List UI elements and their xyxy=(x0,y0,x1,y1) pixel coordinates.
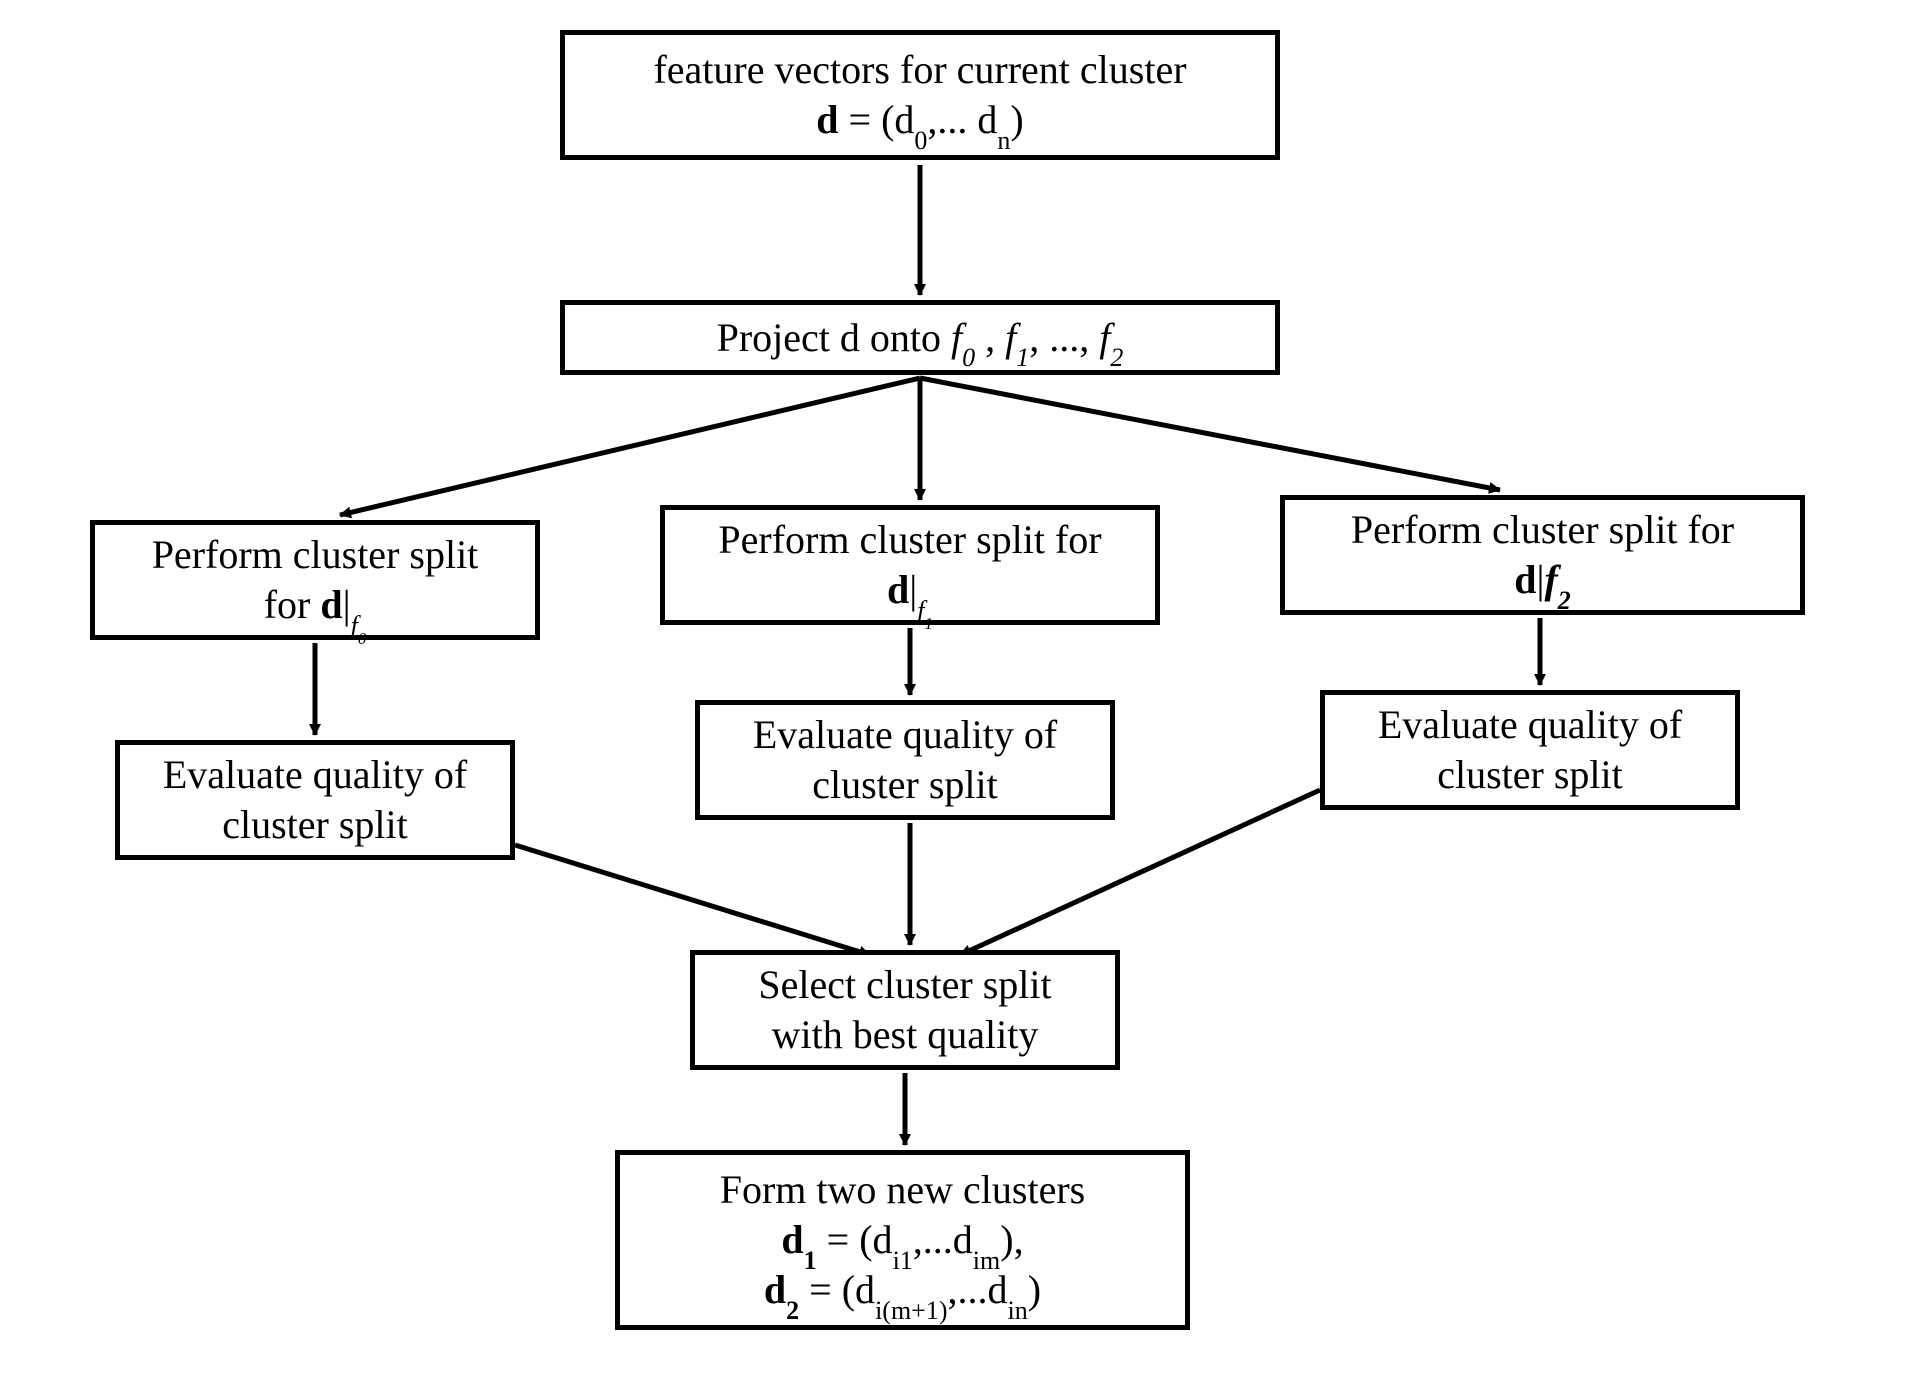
eval0-l1: Evaluate quality of xyxy=(163,750,467,800)
select-l1: Select cluster split xyxy=(758,960,1051,1010)
box-eval-f0: Evaluate quality of cluster split xyxy=(115,740,515,860)
feature-line1: feature vectors for current cluster xyxy=(653,45,1186,95)
box-eval-f1: Evaluate quality of cluster split xyxy=(695,700,1115,820)
box-feature-vectors: feature vectors for current cluster d = … xyxy=(560,30,1280,160)
box-select-best: Select cluster split with best quality xyxy=(690,950,1120,1070)
eval1-l2: cluster split xyxy=(812,760,998,810)
split-f0-line2: for d|f0 xyxy=(264,580,367,630)
box-split-f2: Perform cluster split for d|f2 xyxy=(1280,495,1805,615)
split-f2-line2: d|f2 xyxy=(1514,555,1571,605)
feature-line2: d = (d0,... dn) xyxy=(816,95,1023,145)
split-f1-line1: Perform cluster split for xyxy=(718,515,1101,565)
project-line: Project d onto f0 , f1, ..., f2 xyxy=(717,313,1124,363)
split-f1-line2: d|f1 xyxy=(887,565,933,615)
eval0-l2: cluster split xyxy=(222,800,408,850)
split-f2-line1: Perform cluster split for xyxy=(1351,505,1734,555)
box-split-f0: Perform cluster split for d|f0 xyxy=(90,520,540,640)
select-l2: with best quality xyxy=(772,1010,1039,1060)
eval2-l2: cluster split xyxy=(1437,750,1623,800)
box-project: Project d onto f0 , f1, ..., f2 xyxy=(560,300,1280,375)
box-eval-f2: Evaluate quality of cluster split xyxy=(1320,690,1740,810)
split-f0-line1: Perform cluster split xyxy=(152,530,479,580)
eval1-l1: Evaluate quality of xyxy=(753,710,1057,760)
form-l1: Form two new clusters xyxy=(720,1165,1086,1215)
eval2-l1: Evaluate quality of xyxy=(1378,700,1682,750)
form-l2: d1 = (di1,...dim), xyxy=(781,1215,1023,1265)
box-form-clusters: Form two new clusters d1 = (di1,...dim),… xyxy=(615,1150,1190,1330)
box-split-f1: Perform cluster split for d|f1 xyxy=(660,505,1160,625)
